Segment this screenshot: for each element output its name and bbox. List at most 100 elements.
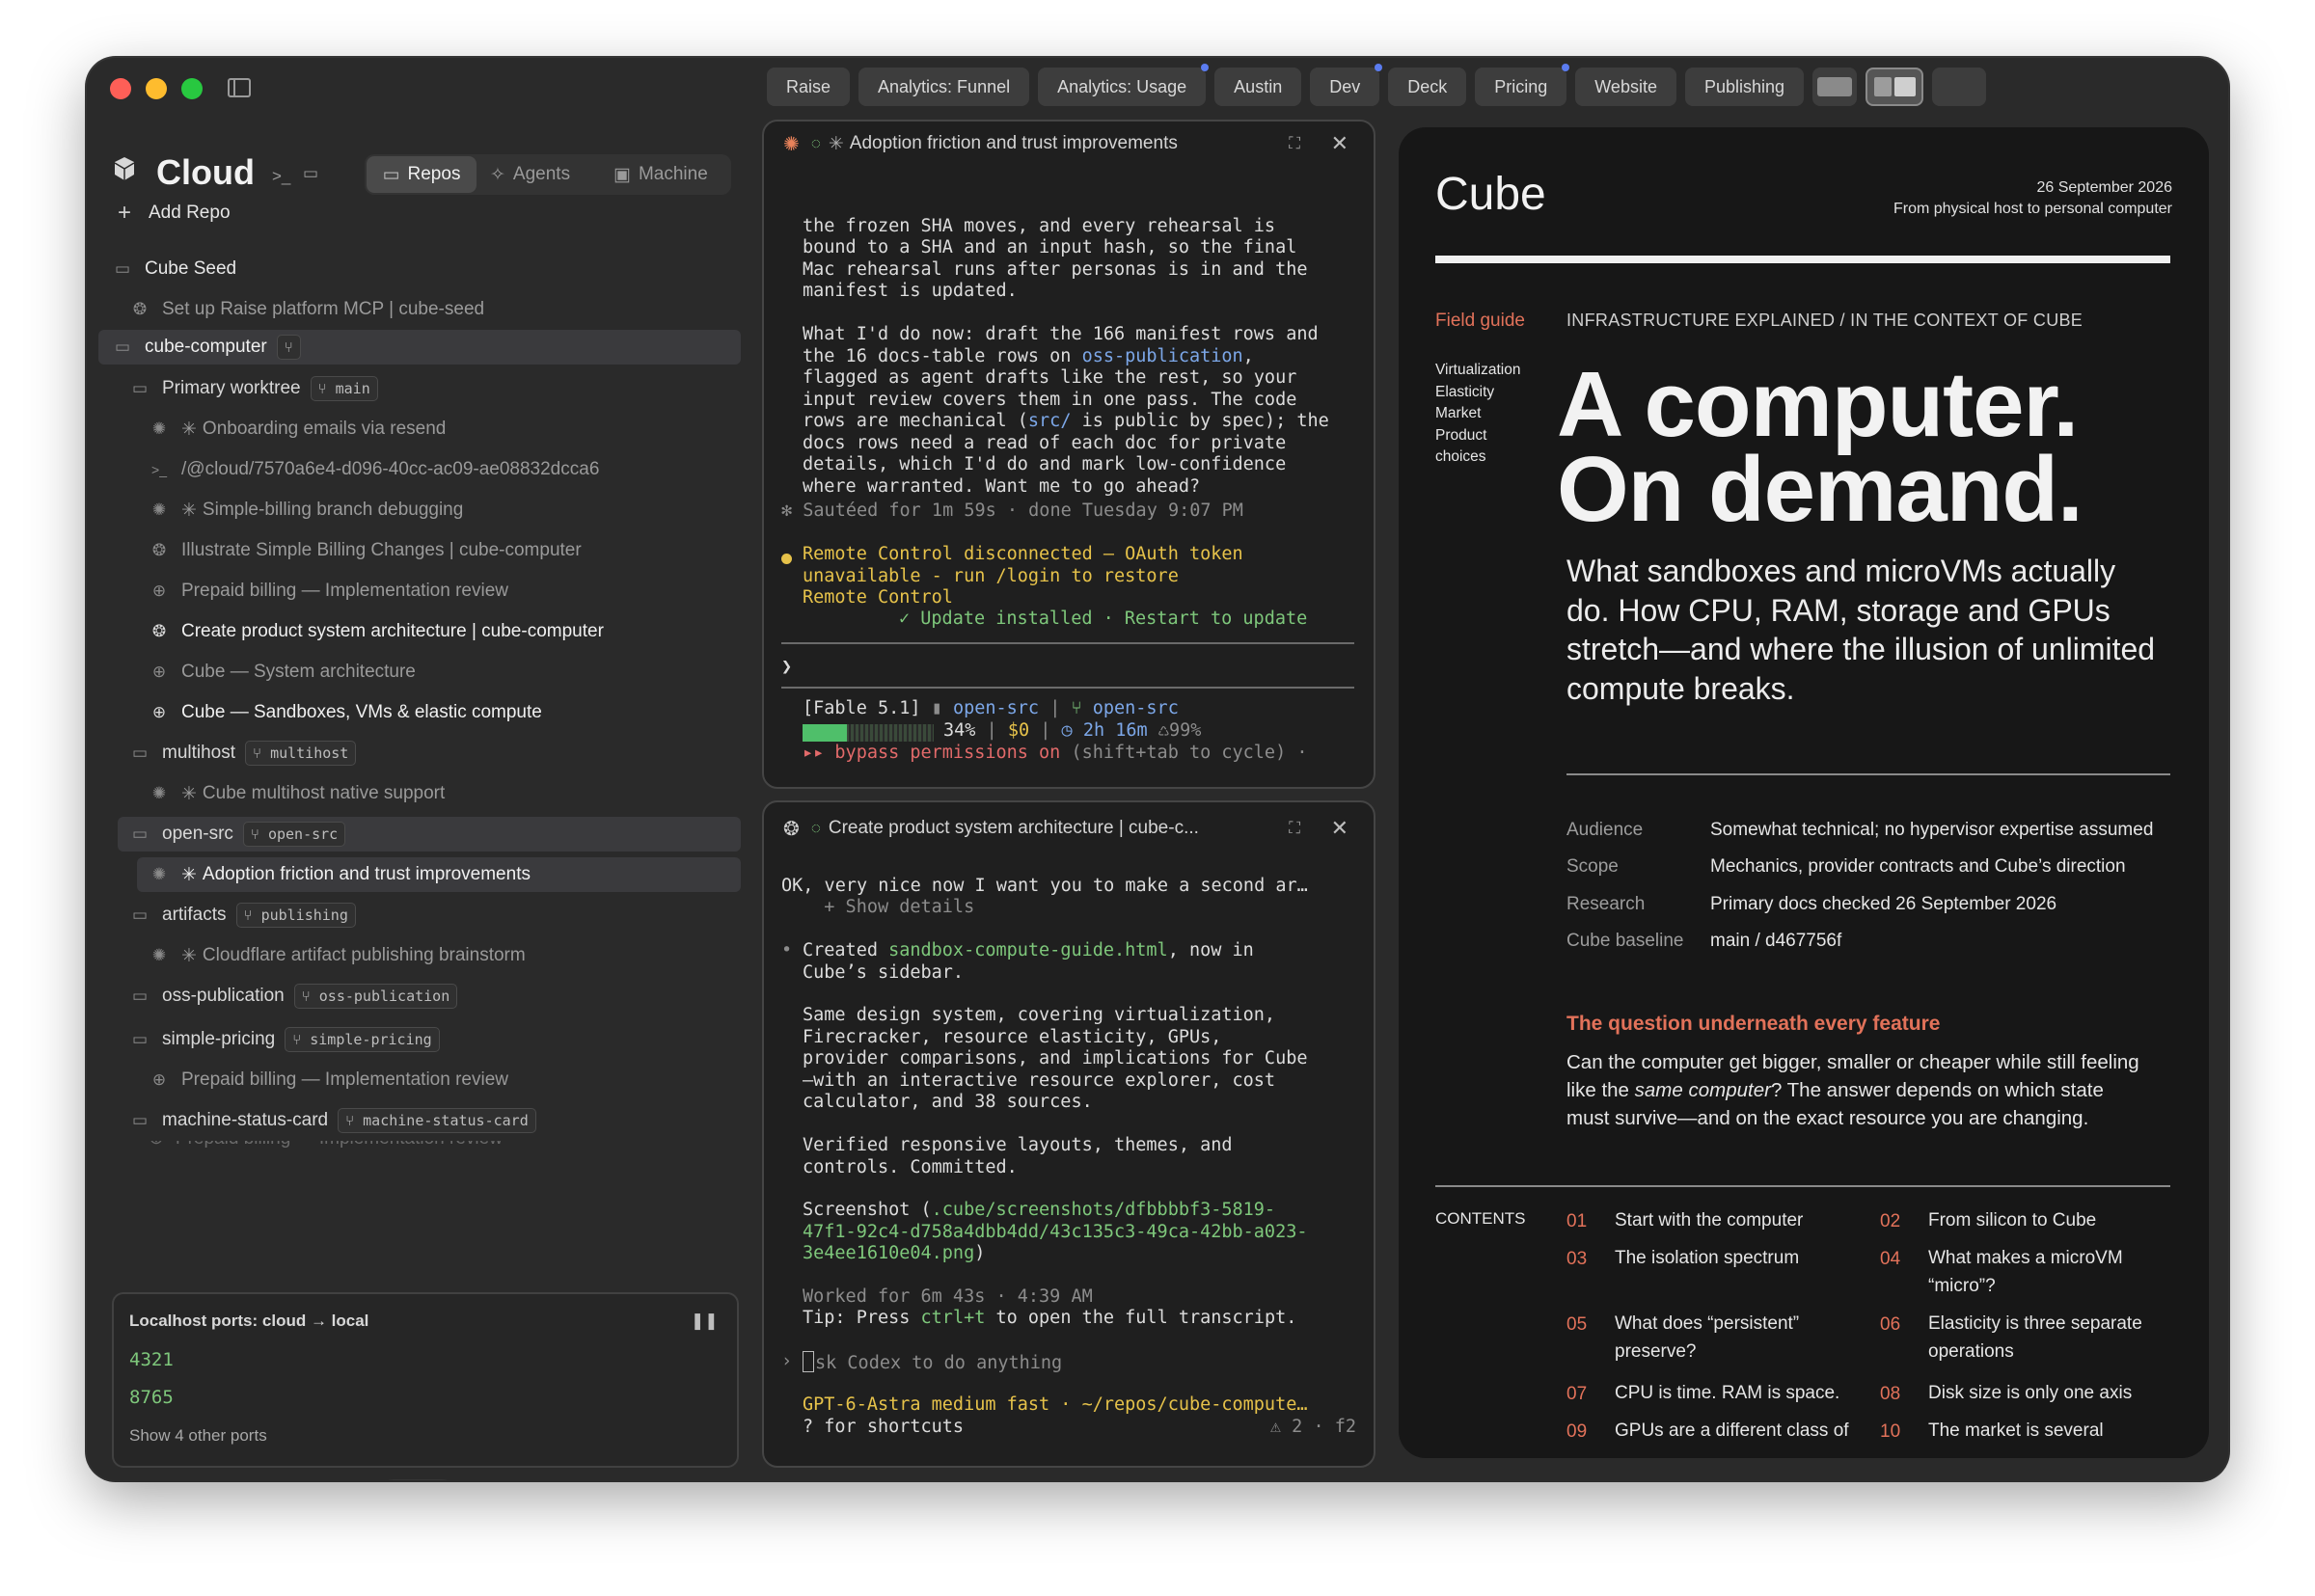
document-viewer: Cube 26 September 2026 From physical hos… bbox=[1399, 127, 2209, 1458]
worktree-artifacts[interactable]: ▭ artifacts ⑂ publishing bbox=[129, 898, 356, 933]
list-item[interactable]: ⊕ Prepaid billing — Implementation review bbox=[149, 574, 508, 609]
layout-split-button[interactable] bbox=[1866, 68, 1924, 106]
worktree-oss-publication[interactable]: ▭ oss-publication ⑂ oss-publication bbox=[129, 979, 458, 1014]
contents-link[interactable]: Elasticity is three separate operations bbox=[1928, 1310, 2169, 1366]
status-line: [Fable 5.1] ▮ open-src | ⑂ open-src bbox=[803, 698, 1179, 718]
meta-value: Somewhat technical; no hypervisor expert… bbox=[1710, 820, 2154, 840]
close-icon[interactable]: ✕ bbox=[1331, 816, 1348, 841]
worktree-simple-pricing[interactable]: ▭ simple-pricing ⑂ simple-pricing bbox=[129, 1022, 440, 1057]
segment-repos[interactable]: ▭ Repos bbox=[367, 156, 477, 193]
layout-empty-button[interactable] bbox=[1932, 68, 1987, 106]
contents-link[interactable]: Disk size is only one axis bbox=[1928, 1379, 2132, 1407]
show-other-ports-link[interactable]: Show 4 other ports bbox=[129, 1426, 267, 1446]
tab-bar: Raise Analytics: Funnel Analytics: Usage… bbox=[767, 64, 1987, 106]
screenshot-link[interactable]: 3e4ee1610e04.png bbox=[803, 1243, 974, 1263]
port-link[interactable]: 4321 bbox=[129, 1349, 174, 1370]
list-item[interactable]: >_/@cloud/7570a6e4-d096-40cc-ac09-ae0883… bbox=[149, 452, 599, 487]
list-item[interactable]: ✺ ✳ Cube multihost native support bbox=[149, 776, 445, 811]
segment-agents[interactable]: ✧ Agents bbox=[490, 156, 570, 193]
folder-open-icon[interactable]: ▭ bbox=[303, 164, 318, 183]
port-link[interactable]: 8765 bbox=[129, 1387, 174, 1408]
contents-number: 07 bbox=[1566, 1384, 1588, 1404]
layout-single-button[interactable] bbox=[1812, 68, 1858, 106]
worktree-open-src[interactable]: ▭ open-src ⑂ open-src bbox=[118, 817, 741, 852]
file-link[interactable]: sandbox-compute-guide.html bbox=[888, 940, 1168, 960]
pause-icon[interactable]: ❚❚ bbox=[691, 1312, 719, 1331]
chip-icon: ▣ bbox=[613, 164, 631, 185]
show-details-toggle[interactable]: + Show details bbox=[803, 897, 1356, 919]
list-item[interactable]: ⊕ Cube — System architecture bbox=[149, 655, 416, 690]
contents-number: 10 bbox=[1880, 1421, 1901, 1442]
branch-badge: ⑂ main bbox=[310, 376, 378, 401]
list-item[interactable]: ❂ Set up Raise platform MCP | cube-seed bbox=[129, 292, 484, 327]
list-item[interactable]: ✺ ✳ Onboarding emails via resend bbox=[149, 412, 446, 446]
list-item-selected[interactable]: ✺ ✳ Adoption friction and trust improvemen… bbox=[137, 857, 741, 892]
claude-icon: ✺ bbox=[151, 865, 167, 883]
contents-link[interactable]: The market is several bbox=[1928, 1417, 2104, 1445]
worktree-machine-status-card[interactable]: ▭ machine-status-card ⑂ machine-status-car… bbox=[129, 1103, 536, 1138]
tab-raise[interactable]: Raise bbox=[767, 68, 851, 106]
contents-link[interactable]: GPUs are a different class of bbox=[1615, 1417, 1849, 1445]
meta-key: Audience bbox=[1566, 820, 1644, 840]
bottom-switcher: ⬢ ▭ bbox=[376, 1479, 459, 1480]
minimize-window-button[interactable] bbox=[146, 78, 167, 99]
tab-website[interactable]: Website bbox=[1575, 68, 1676, 106]
codex-input[interactable]: sk Codex to do anything bbox=[803, 1351, 1356, 1375]
screenshot-link[interactable]: .cube/screenshots/dfbbbbf3-5819- bbox=[932, 1200, 1275, 1220]
context-progress-fill bbox=[803, 724, 848, 742]
list-item[interactable]: ⊕ Prepaid billing — Implementation review bbox=[149, 1063, 508, 1097]
terminal-prompt-icon[interactable]: >_ bbox=[272, 167, 290, 186]
ports-title: Localhost ports: cloud → local bbox=[129, 1312, 369, 1330]
repo-cube-seed[interactable]: ▭ Cube Seed bbox=[112, 252, 236, 286]
unread-dot bbox=[1201, 64, 1210, 71]
tab-analytics-funnel[interactable]: Analytics: Funnel bbox=[858, 68, 1030, 106]
list-item[interactable]: ❂ Create product system architecture | cu… bbox=[149, 614, 604, 649]
path-link[interactable]: src/ bbox=[1028, 411, 1072, 431]
list-item[interactable]: ✺ ✳ Cloudflare artifact publishing brainst… bbox=[149, 938, 526, 973]
zoom-window-button[interactable] bbox=[181, 78, 203, 99]
list-item[interactable]: ⊕ Cube — Sandboxes, VMs & elastic compute bbox=[149, 695, 542, 730]
segment-machine[interactable]: ▣ Machine bbox=[613, 156, 708, 193]
contents-link[interactable]: What makes a microVM “micro”? bbox=[1928, 1244, 2150, 1300]
expand-icon[interactable]: ⛶ bbox=[1289, 134, 1300, 153]
contents-label: CONTENTS bbox=[1435, 1209, 1526, 1228]
list-item[interactable]: ❂ Illustrate Simple Billing Changes | cub… bbox=[149, 533, 582, 568]
terminal-icon: >_ bbox=[151, 462, 167, 477]
tab-austin[interactable]: Austin bbox=[1214, 68, 1302, 106]
list-item-cut-off[interactable]: ⊕Prepaid billing — Implementation review bbox=[149, 1141, 503, 1153]
claude-icon: ✺ bbox=[783, 133, 800, 155]
worktree-multihost[interactable]: ▭ multihost ⑂ multihost bbox=[129, 736, 357, 771]
list-item[interactable]: ✺ ✳ Simple-billing branch debugging bbox=[149, 493, 463, 527]
close-icon[interactable]: ✕ bbox=[1331, 131, 1348, 156]
prompt-input[interactable]: ❯ bbox=[781, 657, 1356, 679]
expand-icon[interactable]: ⛶ bbox=[1289, 819, 1300, 838]
contents-number: 09 bbox=[1566, 1421, 1588, 1442]
contents-link[interactable]: Start with the computer bbox=[1615, 1206, 1803, 1234]
close-window-button[interactable] bbox=[110, 78, 131, 99]
tab-analytics-usage[interactable]: Analytics: Usage bbox=[1038, 64, 1210, 106]
sparkle-icon: ✳ bbox=[828, 133, 844, 154]
warning-dot-icon bbox=[781, 554, 792, 564]
screenshot-link[interactable]: 47f1-92c4-d758a4dbb4dd/43c135c3-49ca-42b… bbox=[803, 1222, 1356, 1244]
divider bbox=[781, 687, 1354, 689]
contents-link[interactable]: From silicon to Cube bbox=[1928, 1206, 2096, 1234]
cloud-logo-icon bbox=[114, 156, 135, 181]
add-repo-button[interactable]: + Add Repo bbox=[114, 196, 231, 230]
doc-tagline: From physical host to personal computer bbox=[1893, 201, 2172, 217]
contents-link[interactable]: CPU is time. RAM is space. bbox=[1615, 1379, 1839, 1407]
tab-deck[interactable]: Deck bbox=[1388, 68, 1467, 106]
tab-publishing[interactable]: Publishing bbox=[1684, 68, 1805, 106]
sparkle-icon: ✳ bbox=[181, 945, 197, 966]
tab-dev[interactable]: Dev bbox=[1310, 64, 1383, 106]
contents-link[interactable]: What does “persistent” preserve? bbox=[1615, 1310, 1846, 1366]
context-progress-bar bbox=[803, 724, 934, 742]
branch-link[interactable]: oss-publication bbox=[1082, 346, 1243, 366]
tab-pricing[interactable]: Pricing bbox=[1475, 64, 1570, 106]
claude-icon: ✺ bbox=[151, 784, 167, 802]
contents-link[interactable]: The isolation spectrum bbox=[1615, 1244, 1799, 1272]
worktree-primary[interactable]: ▭ Primary worktree ⑂ main bbox=[129, 371, 378, 406]
sidebar-toggle-icon[interactable] bbox=[228, 78, 251, 97]
warnings-count[interactable]: ⚠ 2 · f2 bbox=[1270, 1417, 1356, 1439]
doc-rule-thick bbox=[1435, 256, 2170, 263]
repo-cube-computer[interactable]: ▭ cube-computer ⑂ bbox=[98, 330, 741, 365]
